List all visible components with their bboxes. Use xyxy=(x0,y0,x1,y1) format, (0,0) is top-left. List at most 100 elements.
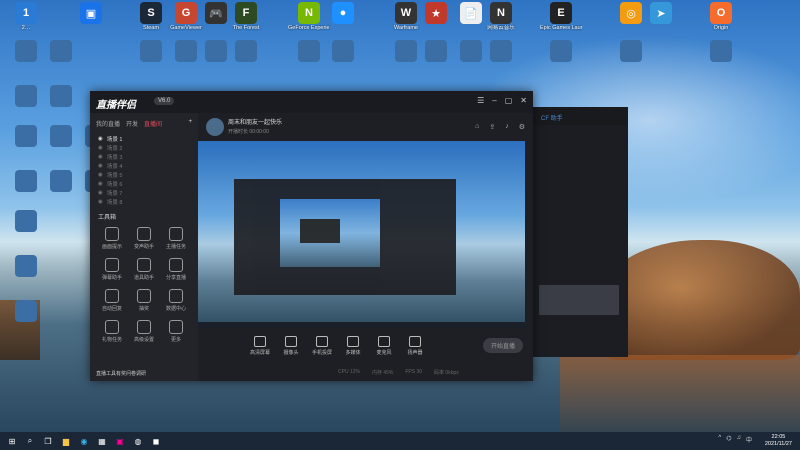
control-button[interactable]: 多媒体 xyxy=(339,335,367,356)
store-icon[interactable]: ▦ xyxy=(96,435,108,447)
desktop-icon[interactable] xyxy=(610,40,652,62)
window-titlebar[interactable]: 直播伴侣 V6.0 ☰ – ▢ ✕ xyxy=(90,91,533,113)
tab-dev[interactable]: 开发 xyxy=(126,119,138,128)
desktop-icon-glyph xyxy=(15,210,37,232)
tool-item[interactable]: 更多 xyxy=(160,320,192,343)
tool-label: 主播任务 xyxy=(165,244,186,250)
desktop-icon[interactable]: ➤ xyxy=(640,2,682,25)
tab-live-room[interactable]: 直播间 xyxy=(144,119,162,128)
bell-icon[interactable]: ♪ xyxy=(505,123,509,131)
control-button[interactable]: 麦克风 xyxy=(370,335,398,356)
tool-item[interactable]: 画面提示 xyxy=(96,227,128,250)
desktop-icon[interactable] xyxy=(700,40,742,62)
scene-item[interactable]: ◉ 场景 6 xyxy=(90,179,198,188)
ime-indicator[interactable]: 中 xyxy=(746,435,752,444)
desktop-icon[interactable] xyxy=(480,40,522,62)
tool-item[interactable]: 分享直播 xyxy=(160,258,192,281)
desktop-icon[interactable] xyxy=(40,85,82,107)
control-button[interactable]: 摄像头 xyxy=(277,335,305,356)
tool-label: 画面提示 xyxy=(101,244,122,250)
tool-icon xyxy=(169,258,183,272)
eye-icon[interactable]: ◉ xyxy=(98,154,103,160)
stream-window[interactable]: 直播伴侣 V6.0 ☰ – ▢ ✕ 我的直播 开发 直播间 + ◉ 场景 1 ◉ 场景… xyxy=(90,91,533,381)
minimize-icon[interactable]: – xyxy=(492,96,496,105)
avatar[interactable] xyxy=(206,118,224,136)
eye-icon[interactable]: ◉ xyxy=(98,163,103,169)
share-icon[interactable]: ⇪ xyxy=(489,123,495,131)
promo-link[interactable]: 直播工具有奖问卷调研 xyxy=(96,370,146,377)
tool-item[interactable]: 自动回复 xyxy=(96,289,128,312)
desktop-icon-label: GameViewer xyxy=(170,25,202,31)
desktop-icon[interactable]: ▣ xyxy=(70,2,112,25)
steam-icon[interactable]: ◍ xyxy=(132,435,144,447)
desktop-icon[interactable] xyxy=(225,40,267,62)
desktop-icon[interactable]: EEpic Games Launcher xyxy=(540,2,582,31)
tab-my-live[interactable]: 我的直播 xyxy=(96,119,120,128)
desktop-icon[interactable] xyxy=(5,210,47,232)
desktop-icon-glyph xyxy=(710,40,732,62)
tool-item[interactable]: 抽奖 xyxy=(128,289,160,312)
control-button[interactable]: 扬声器 xyxy=(401,335,429,356)
desktop-icon[interactable] xyxy=(5,255,47,277)
room-title[interactable]: 周末和朋友一起快乐 xyxy=(228,117,282,126)
eye-icon[interactable]: ◉ xyxy=(98,181,103,187)
scene-item[interactable]: ◉ 场景 2 xyxy=(90,143,198,152)
clock[interactable]: 22:05 2021/11/27 xyxy=(765,434,792,447)
eye-icon[interactable]: ◉ xyxy=(98,172,103,178)
desktop-icon-glyph xyxy=(50,85,72,107)
go-live-button[interactable]: 开始直播 xyxy=(482,338,523,353)
desktop-icon[interactable] xyxy=(5,300,47,322)
start-button[interactable]: ⊞ xyxy=(6,435,18,447)
maximize-icon[interactable]: ▢ xyxy=(505,96,513,105)
scene-item[interactable]: ◉ 场景 5 xyxy=(90,170,198,179)
desktop-icon-glyph xyxy=(15,170,37,192)
close-icon[interactable]: ✕ xyxy=(520,96,527,105)
preview-canvas[interactable] xyxy=(198,141,525,328)
explorer-icon[interactable]: ▆ xyxy=(60,435,72,447)
tool-item[interactable]: 弹幕助手 xyxy=(96,258,128,281)
volume-icon[interactable]: ♫ xyxy=(736,435,741,444)
control-button[interactable]: 手机投屏 xyxy=(308,335,336,356)
tray-up-icon[interactable]: ^ xyxy=(718,435,721,444)
desktop-icon[interactable]: O Origin xyxy=(700,2,742,31)
scene-item[interactable]: ◉ 场景 3 xyxy=(90,152,198,161)
tool-item[interactable]: 变声助手 xyxy=(128,227,160,250)
desktop-icon[interactable]: N 网易云音乐 xyxy=(480,2,522,31)
tool-item[interactable]: 高级设置 xyxy=(128,320,160,343)
scene-item[interactable]: ◉ 场景 8 xyxy=(90,197,198,206)
desktop-icon[interactable]: 1 2… xyxy=(5,2,47,31)
control-icon xyxy=(254,335,266,347)
desktop-icon-glyph: F xyxy=(235,2,257,24)
desktop-icon[interactable]: F The Forest xyxy=(225,2,267,31)
control-button[interactable]: 高清屏幕 xyxy=(246,335,274,356)
eye-icon[interactable]: ◉ xyxy=(98,136,103,142)
add-scene-icon[interactable]: + xyxy=(188,119,192,128)
eye-icon[interactable]: ◉ xyxy=(98,145,103,151)
desktop-icon[interactable]: ● xyxy=(322,2,364,25)
scene-item[interactable]: ◉ 场景 1 xyxy=(90,134,198,143)
eye-icon[interactable]: ◉ xyxy=(98,190,103,196)
scene-item[interactable]: ◉ 场景 4 xyxy=(90,161,198,170)
tool-item[interactable]: 主播任务 xyxy=(160,227,192,250)
search-icon[interactable]: ⌕ xyxy=(24,435,36,447)
tool-label: 高级设置 xyxy=(133,337,154,343)
tool-item[interactable]: 道具助手 xyxy=(128,258,160,281)
desktop-icon[interactable] xyxy=(540,40,582,62)
scene-item[interactable]: ◉ 场景 7 xyxy=(90,188,198,197)
version-badge[interactable]: V6.0 xyxy=(154,97,175,105)
lock-icon[interactable]: ⌂ xyxy=(475,123,479,131)
desktop-icon[interactable] xyxy=(322,40,364,62)
stream-app-icon[interactable]: ▣ xyxy=(114,435,126,447)
edge-icon[interactable]: ◉ xyxy=(78,435,90,447)
eye-icon[interactable]: ◉ xyxy=(98,199,103,205)
network-icon[interactable]: ⌬ xyxy=(726,435,731,444)
back-window[interactable]: CF 助手 xyxy=(533,107,628,357)
settings-icon[interactable]: ⚙ xyxy=(519,123,525,131)
tool-label: 道具助手 xyxy=(133,275,154,281)
task-view-icon[interactable]: ❐ xyxy=(42,435,54,447)
game-icon[interactable]: ◼ xyxy=(150,435,162,447)
tool-item[interactable]: 数据中心 xyxy=(160,289,192,312)
desktop-icon[interactable] xyxy=(40,40,82,62)
tool-item[interactable]: 礼物任务 xyxy=(96,320,128,343)
menu-icon[interactable]: ☰ xyxy=(477,96,484,105)
